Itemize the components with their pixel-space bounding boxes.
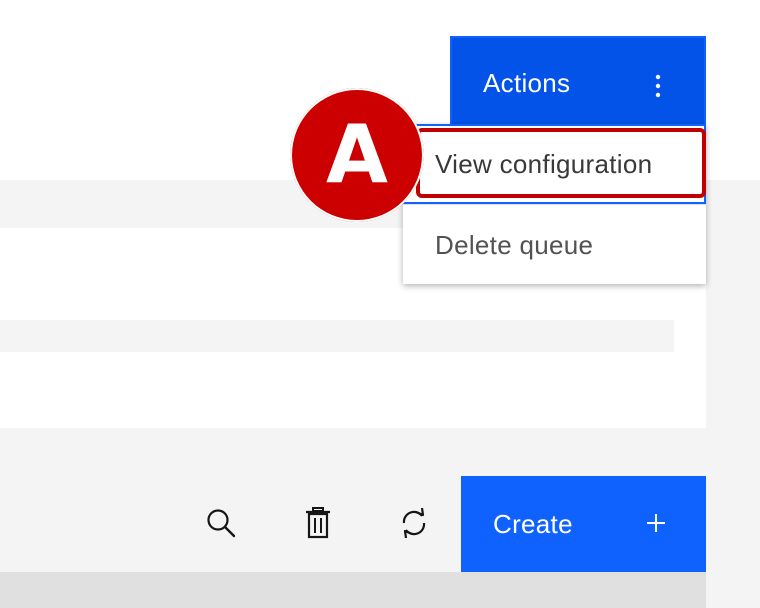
renew-icon[interactable] [396, 505, 432, 541]
actions-button[interactable]: Actions [450, 36, 706, 130]
actions-menu: View configuration Delete queue [403, 124, 706, 284]
overflow-menu-vertical-icon [655, 74, 661, 98]
create-button-label: Create [493, 509, 573, 539]
add-icon [647, 514, 665, 532]
menu-item-view-configuration[interactable]: View configuration [403, 124, 706, 204]
create-button[interactable]: Create [461, 476, 706, 572]
placeholder-row [0, 320, 674, 352]
menu-item-delete-queue[interactable]: Delete queue [403, 204, 706, 284]
actions-button-label: Actions [483, 68, 571, 98]
table-header-band [0, 572, 706, 608]
search-icon[interactable] [203, 505, 239, 541]
trash-can-icon[interactable] [300, 505, 336, 541]
annotation-badge: A [290, 88, 424, 222]
